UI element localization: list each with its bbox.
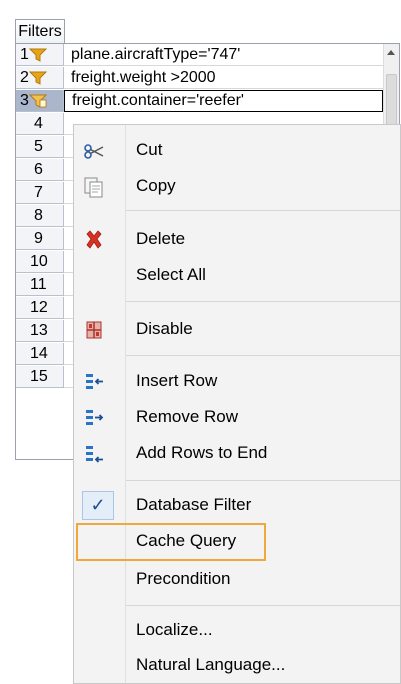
- menu-separator: [126, 605, 400, 606]
- remove-row-icon: [86, 410, 104, 425]
- row-header[interactable]: 15: [16, 366, 64, 388]
- menu-item-label: Add Rows to End: [136, 443, 268, 462]
- row-header[interactable]: 10: [16, 251, 64, 273]
- menu-item-copy[interactable]: Copy: [74, 168, 400, 204]
- table-row[interactable]: 1 plane.aircraftType='747': [16, 44, 383, 67]
- row-number: 10: [30, 253, 48, 270]
- funnel-cache-icon: [29, 94, 47, 108]
- menu-item-label: Copy: [136, 176, 176, 195]
- row-header[interactable]: 7: [16, 182, 64, 204]
- row-number: 7: [34, 184, 43, 201]
- row-number: 12: [30, 299, 48, 316]
- row-header[interactable]: 4: [16, 113, 64, 135]
- checkmark-icon: ✓: [82, 491, 114, 520]
- menu-item-cache-query[interactable]: Cache Query: [74, 523, 400, 561]
- menu-item-label: Precondition: [136, 569, 231, 588]
- row-header[interactable]: 2: [16, 67, 64, 89]
- menu-item-precondition[interactable]: Precondition: [74, 561, 400, 597]
- row-header[interactable]: 11: [16, 274, 64, 296]
- menu-separator: [126, 210, 400, 211]
- menu-item-remove-row[interactable]: Remove Row: [74, 399, 400, 435]
- menu-item-label: Natural Language...: [136, 655, 286, 674]
- funnel-icon: [29, 71, 47, 85]
- funnel-icon: [29, 48, 47, 62]
- menu-separator: [126, 301, 400, 302]
- row-number: 9: [34, 230, 43, 247]
- row-number: 6: [34, 161, 43, 178]
- row-header[interactable]: 3: [16, 90, 64, 112]
- menu-item-add-rows-to-end[interactable]: Add Rows to End: [74, 435, 400, 471]
- row-number: 8: [34, 207, 43, 224]
- table-row[interactable]: 3 freight.container='reefer': [16, 90, 383, 113]
- menu-separator: [126, 480, 400, 481]
- menu-item-label: Localize...: [136, 620, 213, 639]
- row-number: 13: [30, 322, 48, 339]
- row-number: 3: [20, 92, 29, 109]
- filter-cell[interactable]: freight.container='reefer': [64, 90, 383, 112]
- menu-item-natural-language[interactable]: Natural Language...: [74, 647, 400, 683]
- row-header[interactable]: 13: [16, 320, 64, 342]
- menu-item-database-filter[interactable]: ✓ Database Filter: [74, 487, 400, 523]
- copy-icon: [84, 177, 103, 198]
- tab-filters[interactable]: Filters: [15, 19, 65, 43]
- menu-item-select-all[interactable]: Select All: [74, 257, 400, 293]
- row-header[interactable]: 5: [16, 136, 64, 158]
- row-header[interactable]: 1: [16, 44, 64, 66]
- menu-item-label: Insert Row: [136, 371, 218, 390]
- menu-item-localize[interactable]: Localize...: [74, 612, 400, 648]
- menu-item-cut[interactable]: Cut: [74, 132, 400, 168]
- menu-item-label: Disable: [136, 319, 193, 338]
- menu-item-label: Remove Row: [136, 407, 239, 426]
- scissors-icon: [84, 144, 104, 159]
- table-row[interactable]: 2 freight.weight >2000: [16, 67, 383, 90]
- menu-item-label: Cache Query: [136, 531, 237, 550]
- row-header[interactable]: 6: [16, 159, 64, 181]
- menu-item-insert-row[interactable]: Insert Row: [74, 363, 400, 399]
- row-header[interactable]: 12: [16, 297, 64, 319]
- menu-item-label: Database Filter: [136, 495, 252, 514]
- row-number: 5: [34, 138, 43, 155]
- menu-separator: [126, 355, 400, 356]
- row-header[interactable]: 9: [16, 228, 64, 250]
- add-rows-icon: [86, 446, 103, 463]
- scroll-up-arrow-icon[interactable]: [387, 50, 395, 55]
- row-header[interactable]: 8: [16, 205, 64, 227]
- row-number: 2: [20, 69, 29, 86]
- filter-cell[interactable]: plane.aircraftType='747': [64, 44, 383, 66]
- menu-item-label: Select All: [136, 265, 206, 284]
- menu-item-delete[interactable]: Delete: [74, 221, 400, 257]
- context-menu: Cut Copy Delete Select All Disable Inser…: [73, 124, 401, 684]
- insert-row-icon: [86, 374, 103, 389]
- row-number: 11: [30, 276, 47, 293]
- menu-item-label: Cut: [136, 140, 163, 159]
- row-number: 14: [30, 345, 48, 362]
- delete-x-icon: [86, 230, 102, 249]
- row-header[interactable]: 14: [16, 343, 64, 365]
- menu-item-label: Delete: [136, 229, 186, 248]
- row-number: 1: [20, 46, 29, 63]
- menu-item-disable[interactable]: Disable: [74, 311, 400, 347]
- row-number: 4: [34, 115, 43, 132]
- disable-grid-icon: [86, 321, 102, 339]
- filter-cell[interactable]: freight.weight >2000: [64, 67, 383, 89]
- row-number: 15: [30, 368, 48, 385]
